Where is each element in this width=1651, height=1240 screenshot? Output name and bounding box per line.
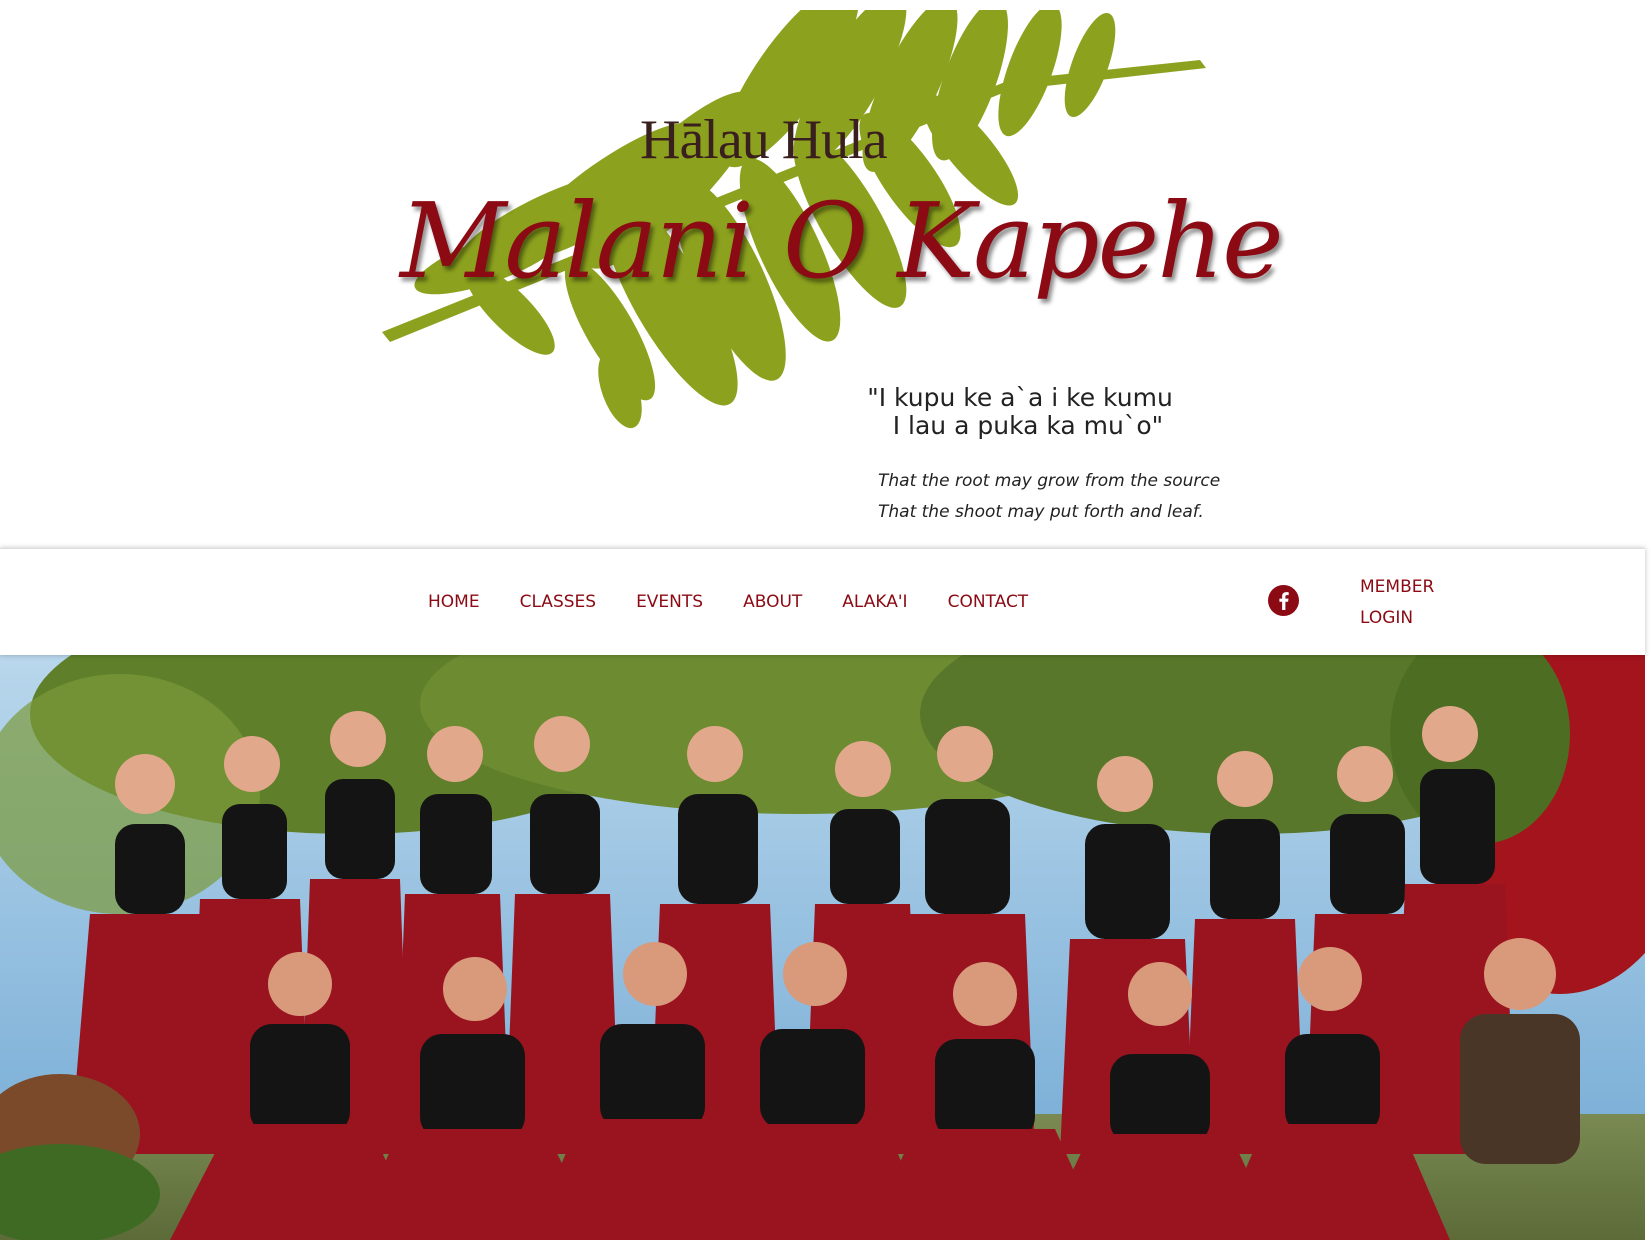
halau-subtitle: Hālau Hula (640, 109, 888, 171)
nav-about[interactable]: ABOUT (743, 592, 802, 612)
nav-events[interactable]: EVENTS (636, 592, 703, 612)
motto-line-1: "I kupu ke a`a i ke kumu (867, 383, 1173, 412)
member-login-link[interactable]: MEMBER LOGIN (1360, 572, 1434, 634)
translation-line-1: That the root may grow from the source (878, 471, 1221, 491)
facebook-icon[interactable] (1268, 585, 1299, 616)
login-line-1: MEMBER (1360, 577, 1435, 597)
nav-alakai[interactable]: ALAKA'I (842, 592, 907, 612)
nav-menu: HOME CLASSES EVENTS ABOUT ALAKA'I CONTAC… (428, 549, 1028, 655)
motto-translation: That the root may grow from the source T… (878, 466, 1220, 528)
hero-group-photo (0, 654, 1645, 1240)
site-header: Hālau Hula Malani O Kapehe "I kupu ke a`… (0, 0, 1651, 548)
site-title: Malani O Kapehe (400, 180, 1284, 302)
nav-contact[interactable]: CONTACT (948, 592, 1029, 612)
nav-classes[interactable]: CLASSES (520, 592, 596, 612)
login-line-2: LOGIN (1360, 608, 1414, 628)
motto-line-2: I lau a puka ka mu`o" (876, 411, 1164, 440)
nav-home[interactable]: HOME (428, 592, 480, 612)
motto: "I kupu ke a`a i ke kumu I lau a puka ka… (820, 384, 1220, 440)
translation-line-2: That the shoot may put forth and leaf. (878, 502, 1204, 522)
